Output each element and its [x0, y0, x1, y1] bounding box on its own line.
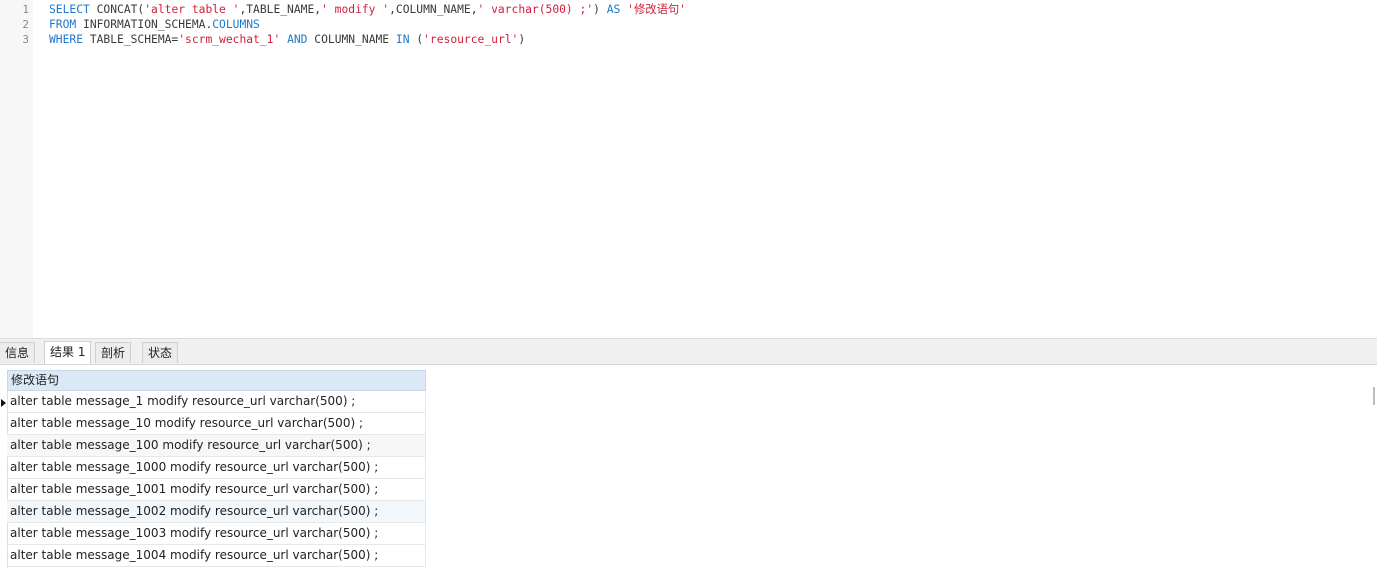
sql-string: 'alter table '	[144, 3, 240, 16]
vertical-scrollbar[interactable]	[1373, 387, 1375, 405]
sql-text: INFORMATION_SCHEMA.	[76, 18, 213, 31]
sql-keyword: IN	[395, 33, 410, 46]
sql-keyword: FROM	[49, 18, 77, 31]
table-row[interactable]: alter table message_1001 modify resource…	[7, 479, 426, 501]
sql-text: TABLE_SCHEMA=	[83, 33, 179, 46]
tab-profile[interactable]: 剖析	[95, 342, 132, 363]
sql-text: ,TABLE_NAME,	[239, 3, 322, 16]
sql-string: ' varchar(500) ;'	[477, 3, 594, 16]
sql-string: '修改语句'	[627, 3, 686, 16]
sql-keyword: COLUMNS	[212, 18, 260, 31]
tab-status[interactable]: 状态	[142, 342, 179, 363]
tab-info[interactable]: 信息	[0, 342, 36, 363]
sql-text: )	[518, 33, 526, 46]
code-line[interactable]: SELECT CONCAT('alter table ',TABLE_NAME,…	[49, 2, 686, 17]
sql-string: ' modify '	[321, 3, 390, 16]
sql-keyword: AND	[287, 33, 308, 46]
sql-text: (	[409, 33, 424, 46]
sql-string: 'resource_url'	[423, 33, 519, 46]
sql-text: ,COLUMN_NAME,	[389, 3, 478, 16]
code-line[interactable]: WHERE TABLE_SCHEMA='scrm_wechat_1' AND C…	[49, 32, 525, 47]
result-grid[interactable]: 修改语句 alter table message_1 modify resour…	[0, 365, 1377, 582]
table-row[interactable]: alter table message_10 modify resource_u…	[7, 413, 426, 435]
column-header[interactable]: 修改语句	[7, 370, 426, 391]
line-number: 3	[22, 33, 29, 46]
sql-keyword: AS	[606, 3, 621, 16]
current-row-arrow-icon	[1, 399, 6, 407]
table-row[interactable]: alter table message_100 modify resource_…	[7, 435, 426, 457]
table-row[interactable]: alter table message_1004 modify resource…	[7, 545, 426, 567]
table-row[interactable]: alter table message_1002 modify resource…	[7, 501, 426, 523]
tab-result-1[interactable]: 结果 1	[44, 341, 92, 364]
sql-text: COLUMN_NAME	[307, 33, 396, 46]
line-number-gutter: 1 2 3	[0, 0, 33, 338]
table-row[interactable]: alter table message_1003 modify resource…	[7, 523, 426, 545]
sql-text: CONCAT(	[89, 3, 145, 16]
sql-string: 'scrm_wechat_1'	[178, 33, 281, 46]
table-row[interactable]: alter table message_1 modify resource_ur…	[7, 391, 426, 413]
result-tabbar: 信息 结果 1 剖析 状态	[0, 339, 1377, 365]
line-number: 1	[22, 3, 29, 16]
sql-keyword: SELECT	[49, 3, 90, 16]
sql-editor[interactable]: 1 2 3 SELECT CONCAT('alter table ',TABLE…	[0, 0, 1377, 338]
sql-keyword: WHERE	[49, 33, 84, 46]
line-number: 2	[22, 18, 29, 31]
sql-text: )	[593, 3, 607, 16]
code-line[interactable]: FROM INFORMATION_SCHEMA.COLUMNS	[49, 17, 260, 32]
table-row[interactable]: alter table message_1000 modify resource…	[7, 457, 426, 479]
